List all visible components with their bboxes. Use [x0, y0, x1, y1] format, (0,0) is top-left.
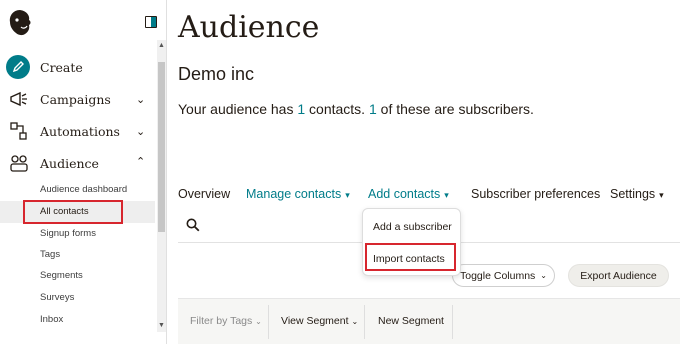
audience-name: Demo inc: [178, 64, 255, 84]
nav-campaigns-label: Campaigns: [40, 91, 111, 107]
tab-add-contacts[interactable]: Add contacts ▾: [368, 187, 449, 201]
toolbar-separator: [452, 305, 453, 339]
tab-subscriber-preferences-label: Subscriber preferences: [471, 187, 601, 201]
nav-campaigns[interactable]: Campaigns ⌄: [0, 86, 155, 112]
sub-item-surveys[interactable]: Surveys: [40, 292, 74, 303]
chevron-down-icon: ⌄: [136, 93, 146, 106]
export-audience-button[interactable]: Export Audience: [568, 264, 669, 287]
tab-overview-label: Overview: [178, 187, 231, 201]
toolbar-separator: [364, 305, 365, 339]
summary-prefix: Your audience has: [178, 101, 298, 117]
tab-settings-label: Settings: [610, 187, 656, 201]
scroll-down-icon[interactable]: ▼: [157, 322, 166, 329]
audience-summary: Your audience has 1 contacts. 1 of these…: [178, 101, 534, 117]
segment-toolbar: Filter by Tags ⌄ View Segment ⌄ New Segm…: [178, 298, 680, 344]
toolbar-separator: [268, 305, 269, 339]
tab-manage-contacts[interactable]: Manage contacts ▾: [246, 187, 350, 201]
nav-automations[interactable]: Automations ⌄: [0, 118, 155, 144]
sub-item-tags[interactable]: Tags: [40, 249, 60, 260]
tab-overview[interactable]: Overview: [178, 187, 230, 201]
menu-item-add-subscriber[interactable]: Add a subscriber: [373, 221, 452, 233]
chevron-down-icon: ⌄: [136, 125, 146, 138]
audience-icon: [10, 155, 28, 172]
nav-automations-label: Automations: [40, 123, 120, 139]
chevron-down-icon: ⌄: [540, 271, 547, 280]
sub-item-audience-dashboard[interactable]: Audience dashboard: [40, 184, 127, 195]
subscriber-count: 1: [368, 101, 377, 117]
pencil-icon: [6, 55, 30, 79]
page-title: Audience: [178, 10, 320, 45]
nav-create-label: Create: [40, 59, 83, 75]
toggle-columns-button[interactable]: Toggle Columns ⌄: [452, 264, 555, 287]
tab-settings[interactable]: Settings ▾: [610, 187, 664, 201]
annotation-highlight-all-contacts: [23, 200, 123, 224]
summary-middle: contacts.: [305, 101, 369, 117]
chevron-down-icon: ▾: [345, 190, 350, 200]
summary-suffix: of these are subscribers.: [376, 101, 534, 117]
tab-subscriber-preferences[interactable]: Subscriber preferences: [471, 187, 600, 201]
filter-by-tags-button[interactable]: Filter by Tags ⌄: [190, 315, 262, 327]
sub-item-inbox[interactable]: Inbox: [40, 314, 63, 325]
scrollbar-thumb[interactable]: [158, 62, 165, 232]
chevron-up-icon: ⌃: [136, 156, 146, 168]
tab-add-contacts-label: Add contacts: [368, 187, 441, 201]
tab-manage-contacts-label: Manage contacts: [246, 187, 342, 201]
new-segment-button[interactable]: New Segment: [378, 315, 444, 327]
new-segment-label: New Segment: [378, 315, 444, 327]
mailchimp-logo-icon[interactable]: [7, 8, 33, 38]
nav-audience[interactable]: Audience ⌃: [0, 150, 155, 176]
chevron-down-icon: ⌄: [255, 317, 262, 326]
chevron-down-icon: ▾: [659, 190, 664, 200]
view-segment-button[interactable]: View Segment ⌄: [281, 315, 358, 327]
nav-create[interactable]: Create: [0, 54, 155, 80]
automation-icon: [10, 122, 27, 140]
nav-audience-label: Audience: [40, 155, 99, 171]
filter-by-tags-label: Filter by Tags: [190, 315, 253, 327]
contact-count: 1: [297, 101, 306, 117]
scroll-up-icon[interactable]: ▲: [157, 42, 166, 49]
sub-item-segments[interactable]: Segments: [40, 270, 83, 281]
view-segment-label: View Segment: [281, 315, 349, 327]
sub-item-signup-forms[interactable]: Signup forms: [40, 228, 96, 239]
toggle-columns-label: Toggle Columns: [460, 269, 536, 282]
chevron-down-icon: ▾: [444, 190, 449, 200]
sidebar: Create Campaigns ⌄ Automations ⌄ Audienc…: [0, 0, 167, 344]
collapse-sidebar-icon[interactable]: [145, 16, 157, 28]
export-audience-label: Export Audience: [580, 269, 657, 282]
megaphone-icon: [10, 91, 27, 107]
annotation-highlight-import-contacts: [365, 243, 456, 271]
search-icon[interactable]: [186, 218, 200, 232]
chevron-down-icon: ⌄: [351, 317, 359, 326]
